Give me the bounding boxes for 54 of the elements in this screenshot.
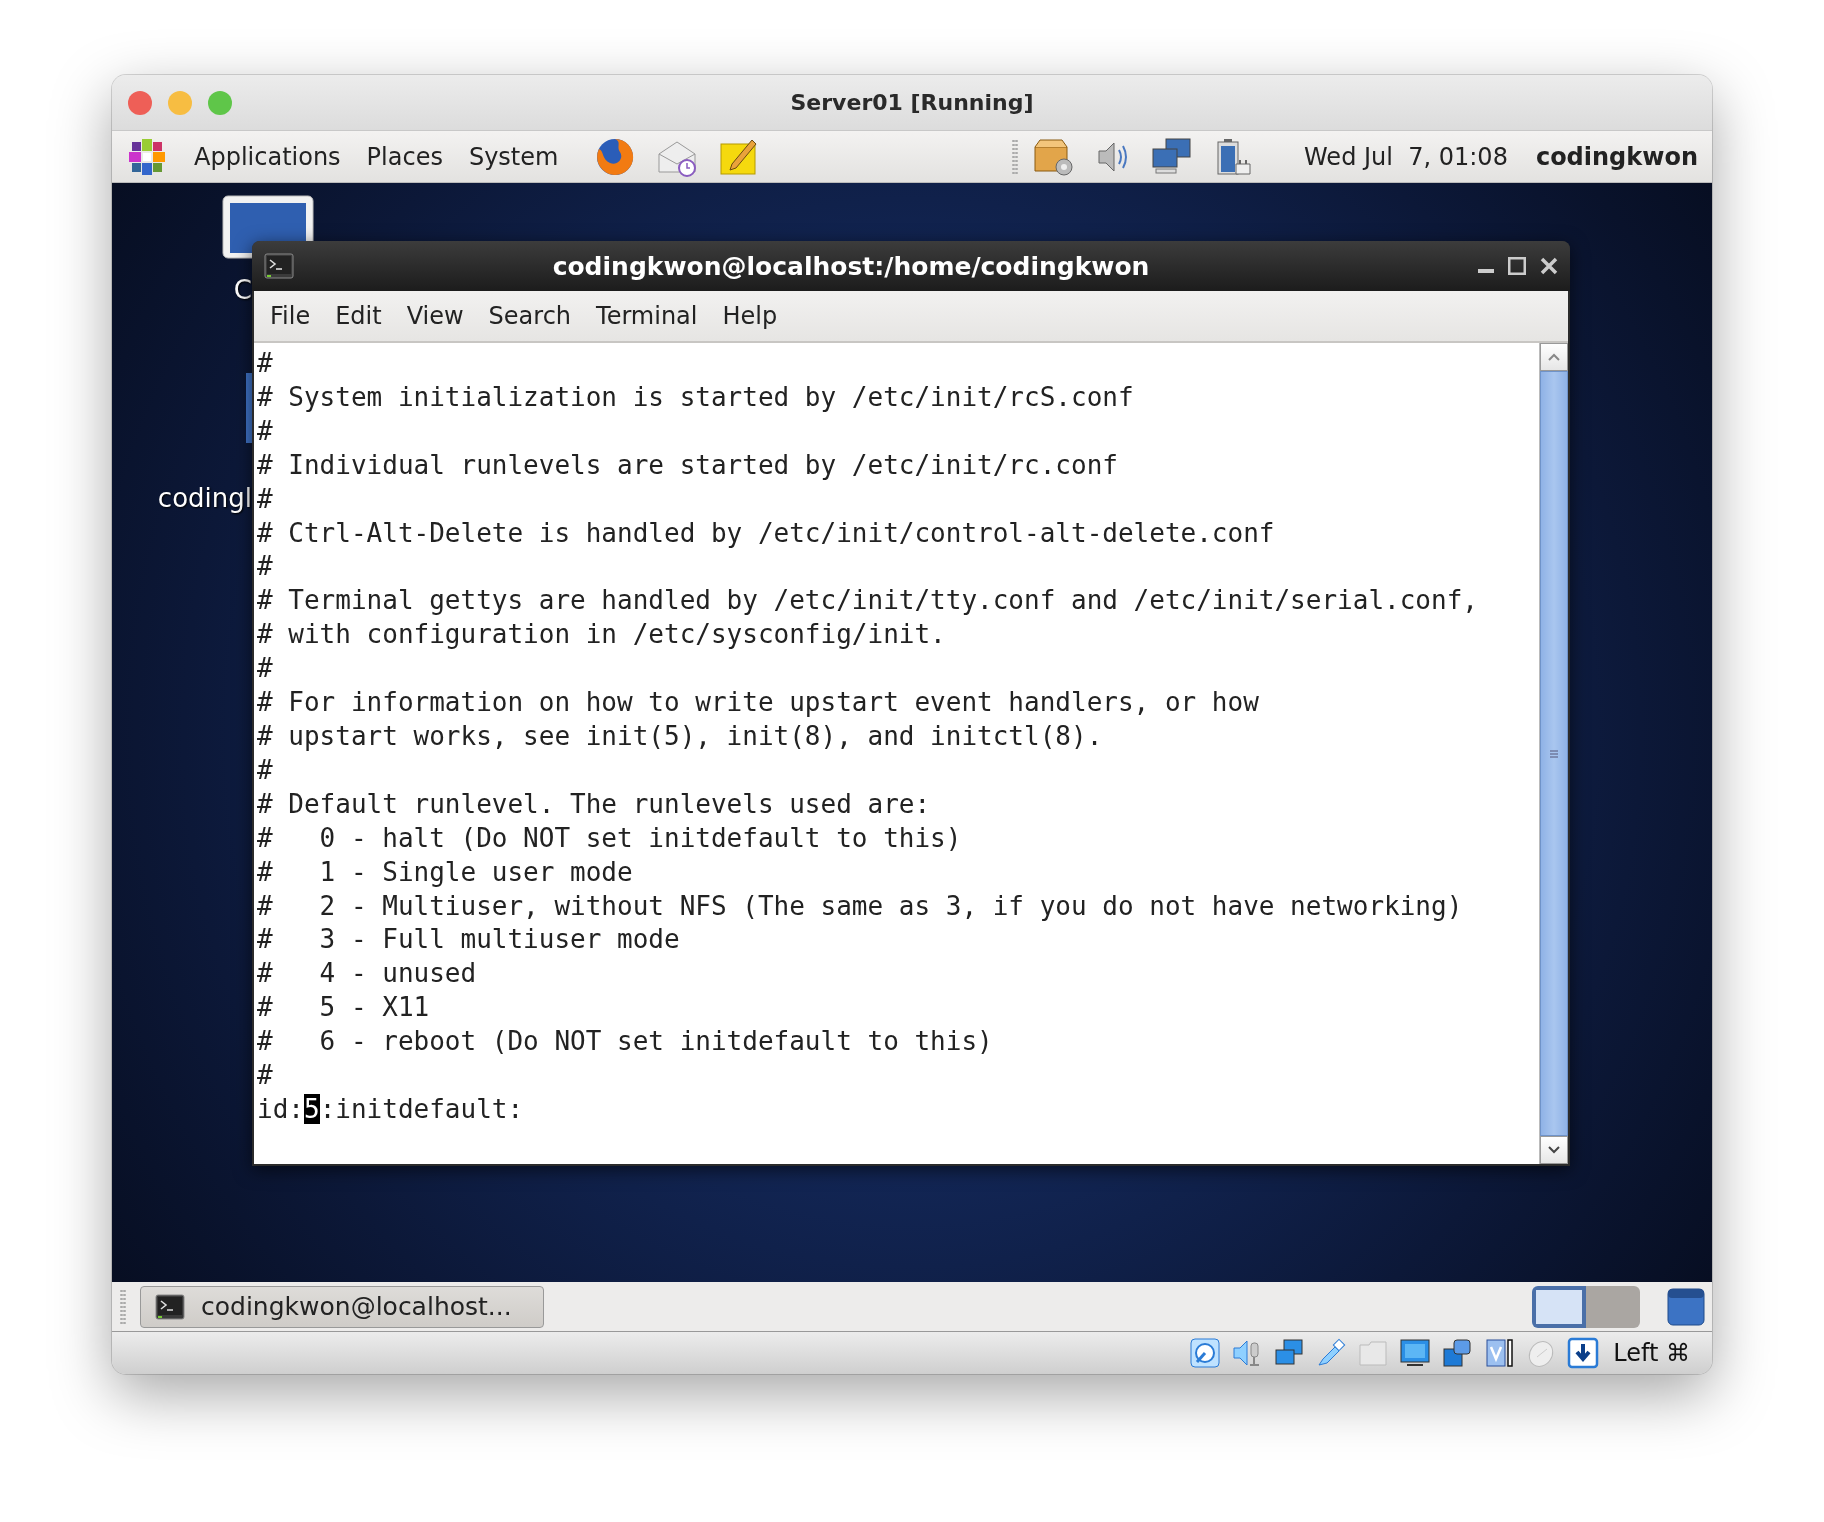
terminal-line: # Terminal gettys are handled by /etc/init/tty.conf and /etc/init/serial.conf, xyxy=(257,584,1478,618)
terminal-line: # xyxy=(257,482,273,516)
terminal-line: # xyxy=(257,414,273,448)
cpu-chip-icon[interactable] xyxy=(1483,1337,1516,1369)
taskbar-window-button[interactable]: codingkwon@localhost... xyxy=(140,1285,544,1328)
terminal-line: # 2 - Multiuser, without NFS (The same as 3, if you do not have networking) xyxy=(257,889,1463,923)
workspace-thumbnail[interactable] xyxy=(1586,1285,1640,1328)
menu-item[interactable]: Terminal xyxy=(588,298,706,334)
terminal-line: # 5 - X11 xyxy=(257,991,430,1025)
grip-lines-icon xyxy=(1549,749,1559,758)
host-key-label: Left ⌘ xyxy=(1613,1339,1690,1367)
terminal-line: # For information on how to write upstart event handlers, or how xyxy=(257,686,1259,720)
maximize-icon[interactable] xyxy=(1508,257,1526,275)
video-capture-icon[interactable] xyxy=(1441,1337,1474,1369)
terminal-icon xyxy=(155,1293,185,1320)
terminal-line: # Individual runlevels are started by /etc/init/rc.conf xyxy=(257,448,1118,482)
display-icon[interactable] xyxy=(1399,1337,1432,1369)
menu-item[interactable]: Search xyxy=(480,298,580,334)
terminal-line: # xyxy=(257,753,273,787)
panel-menu[interactable]: Places xyxy=(360,138,449,175)
panel-menu[interactable]: Applications xyxy=(188,138,347,175)
window-title: codingkwon@localhost:/home/codingkwon xyxy=(551,251,1151,281)
terminal-line: # Ctrl-Alt-Delete is handled by /etc/init/control-alt-delete.conf xyxy=(257,516,1275,550)
close-button[interactable] xyxy=(128,90,152,115)
workspace-thumbnail[interactable] xyxy=(1532,1285,1586,1328)
terminal-icon xyxy=(264,253,294,279)
scrollbar-thumb[interactable] xyxy=(1540,371,1568,1136)
terminal-line: id:5:initdefault: xyxy=(257,1092,524,1126)
panel-menu[interactable]: System xyxy=(462,138,565,175)
terminal-line: # with configuration in /etc/sysconfig/init. xyxy=(257,618,946,652)
terminal-line: # 0 - halt (Do NOT set initdefault to this) xyxy=(257,821,962,855)
user-name[interactable]: codingkwon xyxy=(1535,142,1698,171)
menu-item[interactable]: Help xyxy=(714,298,786,334)
desktop-icon-label[interactable]: codingl xyxy=(157,483,252,513)
terminal-line: # xyxy=(257,550,273,584)
menu-item[interactable]: View xyxy=(398,298,472,334)
terminal-line: # xyxy=(257,1059,273,1093)
menu-item[interactable]: Edit xyxy=(327,298,390,334)
trash-bin-icon[interactable] xyxy=(1666,1286,1706,1327)
window-title: Server01 [Running] xyxy=(789,90,1035,115)
terminal-line: # xyxy=(257,347,273,380)
terminal-line: # System initialization is started by /etc/init/rcS.conf xyxy=(257,380,1134,414)
terminal-line: # Default runlevel. The runlevels used are: xyxy=(257,787,931,821)
desktop-icon-label[interactable]: C xyxy=(233,275,252,305)
terminal-line: # xyxy=(257,652,273,686)
terminal-line: # 6 - reboot (Do NOT set initdefault to this) xyxy=(257,1025,993,1059)
clock[interactable]: Wed Jul 7, 01:08 xyxy=(1304,142,1508,171)
terminal-line: # 1 - Single user mode xyxy=(257,855,633,889)
terminal-line: # 4 - unused xyxy=(257,957,477,991)
close-icon[interactable] xyxy=(1540,257,1558,275)
terminal-line: # 3 - Full multiuser mode xyxy=(257,923,680,957)
terminal-line: # upstart works, see init(5), init(8), and initctl(8). xyxy=(257,719,1103,753)
menu-item[interactable]: File xyxy=(262,298,319,334)
usb-plug-icon[interactable] xyxy=(1315,1337,1348,1369)
